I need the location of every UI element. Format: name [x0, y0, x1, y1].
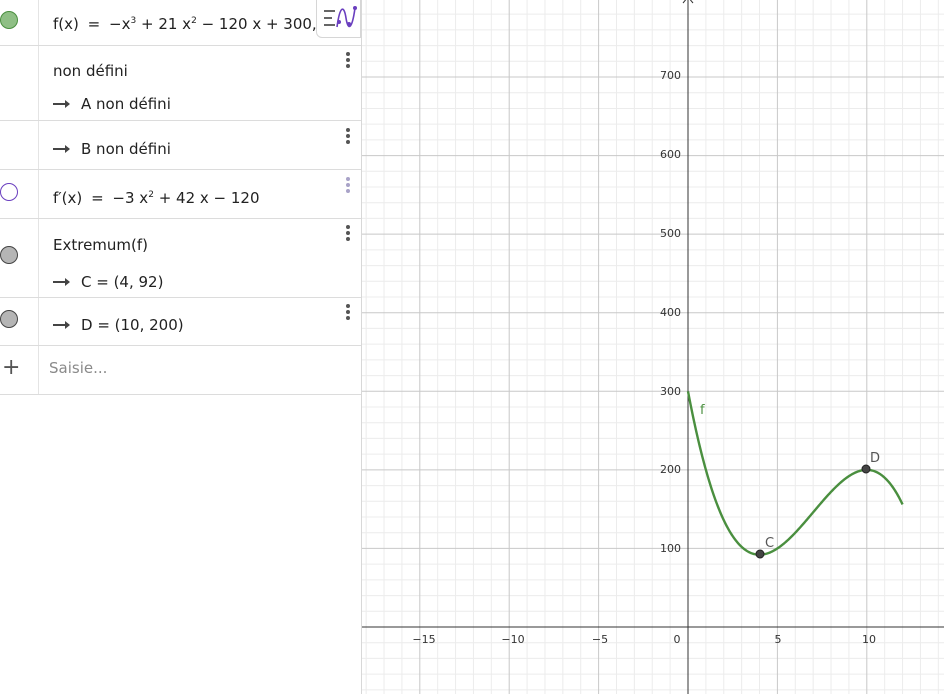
y-tick-label: 300: [660, 385, 681, 398]
f-term-3: − 120 x + 300,: [201, 15, 317, 33]
fp-definition[interactable]: f′(x) = −3 x2 + 42 x − 120: [53, 189, 260, 207]
input-bar-placeholder[interactable]: Saisie...: [49, 359, 107, 377]
curve-label-f: f: [700, 403, 705, 418]
style-bar-icon: [324, 6, 357, 28]
f-term-2: + 21 x: [140, 15, 192, 33]
fp-exp-1: 2: [148, 190, 154, 200]
row-menu-icon[interactable]: [346, 52, 350, 70]
algebra-row-f[interactable]: f(x) = −x3 + 21 x2 − 120 x + 300,: [0, 0, 361, 46]
algebra-row-ab[interactable]: non défini A non défini: [0, 46, 361, 121]
x-tick-labels: −15 −10 −5 0 5 10: [412, 633, 876, 646]
point-d-label: D: [870, 451, 880, 466]
row-menu-icon[interactable]: [346, 225, 350, 243]
ab-header: non défini: [53, 62, 128, 80]
fp-eq: =: [91, 189, 104, 207]
algebra-row-d[interactable]: D = (10, 200): [0, 298, 361, 346]
f-term-1: −x: [109, 15, 131, 33]
fp-name: f′(x): [53, 189, 83, 207]
algebra-view: f(x) = −x3 + 21 x2 − 120 x + 300, non dé…: [0, 0, 362, 694]
result-arrow-icon: [53, 277, 70, 286]
y-tick-label: 600: [660, 148, 681, 161]
x-tick-label: −5: [592, 633, 608, 646]
visibility-marble-c[interactable]: [0, 246, 18, 264]
marble-column: [0, 46, 39, 120]
algebra-row-b[interactable]: B non défini: [0, 121, 361, 170]
row-menu-icon[interactable]: [346, 177, 350, 195]
c-result-line: C = (4, 92): [53, 273, 163, 291]
d-result-line: D = (10, 200): [53, 316, 184, 334]
result-arrow-icon: [53, 320, 70, 329]
grid-minor: [362, 0, 944, 694]
x-tick-label: −10: [501, 633, 524, 646]
visibility-marble-d[interactable]: [0, 310, 18, 328]
algebra-row-extremum[interactable]: Extremum(f) C = (4, 92): [0, 219, 361, 298]
point-c-label: C: [765, 536, 774, 551]
algebra-row-fp[interactable]: f′(x) = −3 x2 + 42 x − 120: [0, 170, 361, 219]
d-result: D = (10, 200): [81, 316, 184, 334]
grid-major: [362, 0, 944, 694]
axes: [362, 0, 944, 694]
visibility-marble-f[interactable]: [0, 11, 18, 29]
fp-term-2: + 42 x − 120: [158, 189, 260, 207]
point-d[interactable]: [861, 464, 871, 474]
visibility-marble-fp[interactable]: [0, 183, 18, 201]
fp-term-1: −3 x: [112, 189, 149, 207]
b-result-line: B non défini: [53, 140, 171, 158]
style-bar-toggle-button[interactable]: [316, 0, 361, 38]
f-definition[interactable]: f(x) = −x3 + 21 x2 − 120 x + 300,: [53, 15, 317, 33]
marble-column: [0, 121, 39, 169]
y-tick-label: 500: [660, 227, 681, 240]
x-tick-label: 0: [674, 633, 681, 646]
x-tick-label: 10: [862, 633, 876, 646]
x-tick-label: 5: [775, 633, 782, 646]
graphics-view[interactable]: −15 −10 −5 0 5 10 100 200 300 400 500 60…: [362, 0, 944, 694]
a-result-line: A non défini: [53, 95, 171, 113]
f-exp-2: 2: [191, 16, 197, 26]
f-exp-1: 3: [130, 16, 137, 26]
y-tick-label: 400: [660, 306, 681, 319]
y-tick-label: 100: [660, 542, 681, 555]
add-plus-icon[interactable]: +: [2, 357, 20, 379]
x-tick-label: −15: [412, 633, 435, 646]
y-tick-label: 200: [660, 463, 681, 476]
f-eq: =: [87, 15, 101, 33]
a-result: A non défini: [81, 95, 171, 113]
y-tick-label: 700: [660, 69, 681, 82]
extremum-command[interactable]: Extremum(f): [53, 236, 148, 254]
row-menu-icon[interactable]: [346, 304, 350, 322]
result-arrow-icon: [53, 99, 70, 108]
result-arrow-icon: [53, 144, 70, 153]
b-result: B non défini: [81, 140, 171, 158]
row-menu-icon[interactable]: [346, 128, 350, 146]
point-c[interactable]: [755, 549, 765, 559]
c-result: C = (4, 92): [81, 273, 164, 291]
f-name: f(x): [53, 15, 79, 33]
